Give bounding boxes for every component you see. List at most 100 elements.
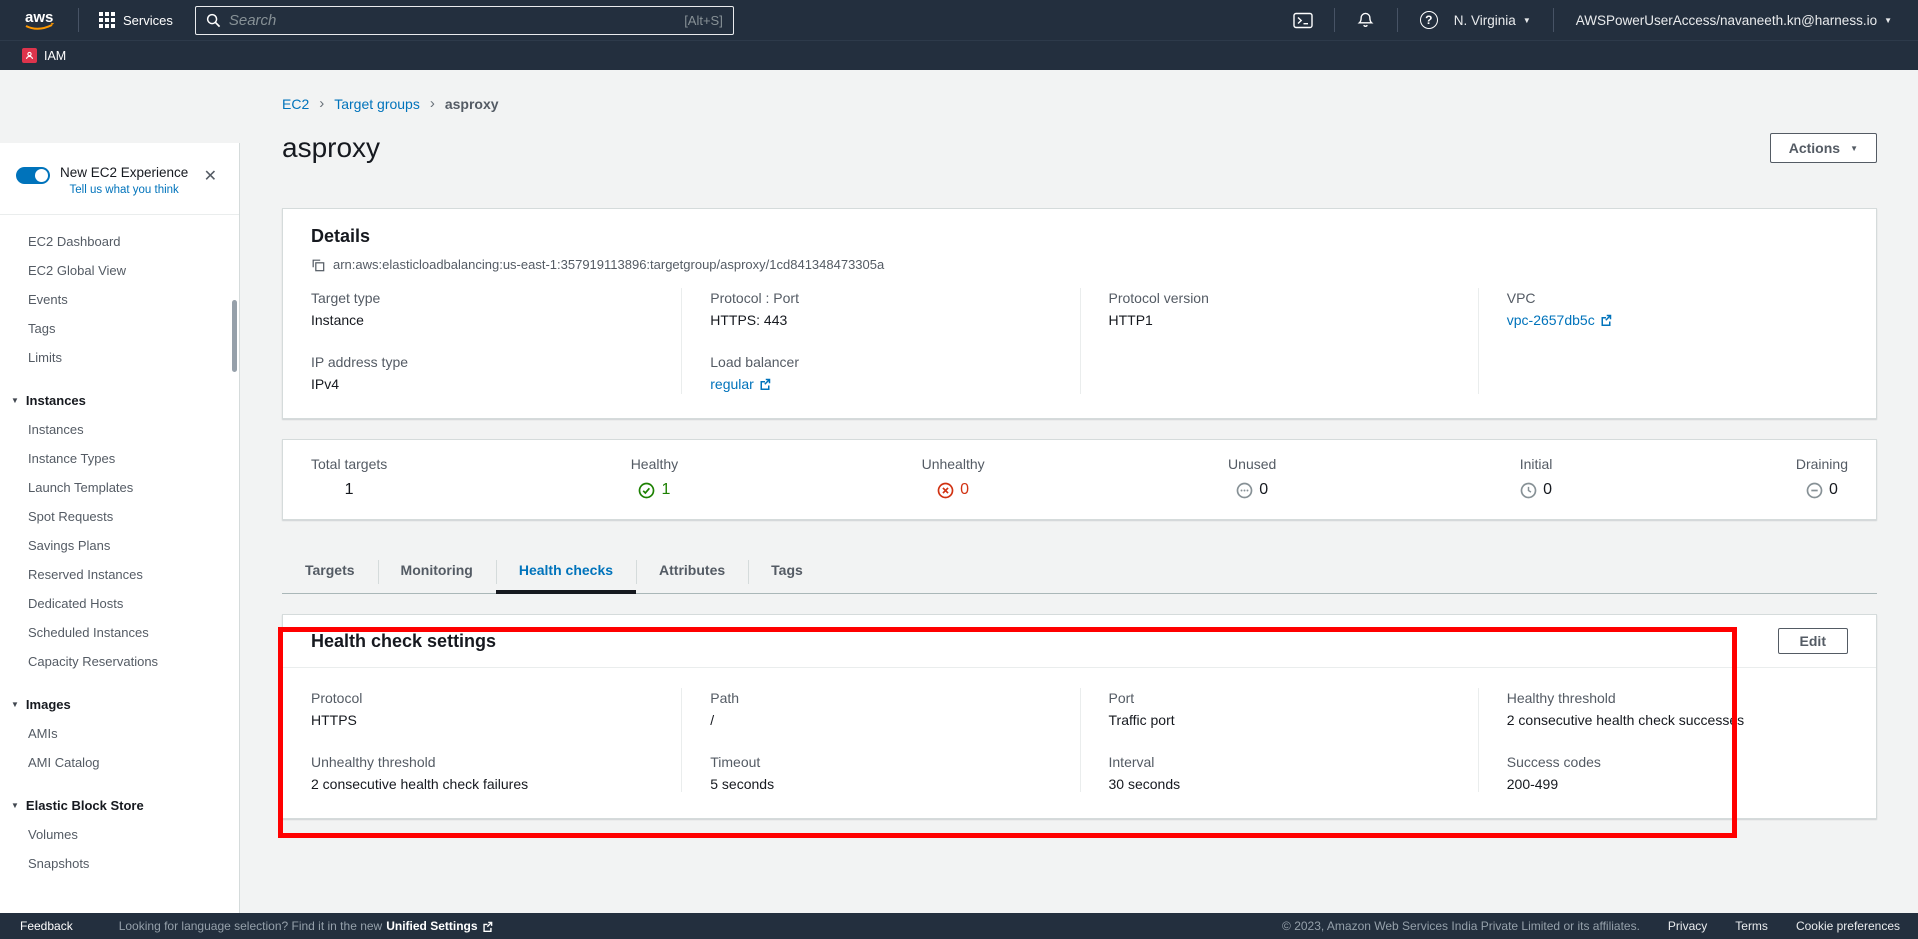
breadcrumb-ec2[interactable]: EC2 bbox=[282, 96, 309, 112]
feedback-button[interactable]: Feedback bbox=[20, 919, 73, 933]
tab-tags[interactable]: Tags bbox=[748, 550, 826, 593]
chevron-down-icon: ▼ bbox=[1523, 16, 1531, 25]
aws-logo[interactable]: aws bbox=[22, 7, 60, 33]
sidebar-item-volumes[interactable]: Volumes bbox=[0, 820, 239, 849]
success-codes-value: 200-499 bbox=[1507, 776, 1848, 792]
sidebar-divider bbox=[0, 214, 239, 215]
sidebar-item-limits[interactable]: Limits bbox=[0, 343, 239, 372]
check-circle-icon bbox=[638, 482, 655, 499]
sidebar-item-ec2-global-view[interactable]: EC2 Global View bbox=[0, 256, 239, 285]
tab-monitoring[interactable]: Monitoring bbox=[378, 550, 496, 593]
help-button[interactable]: ? bbox=[1412, 6, 1446, 34]
load-balancer-link[interactable]: regular bbox=[710, 376, 771, 392]
sidebar-item-instance-types[interactable]: Instance Types bbox=[0, 444, 239, 473]
sidebar-item-tags[interactable]: Tags bbox=[0, 314, 239, 343]
content-area: EC2 › Target groups › asproxy asproxy Ac… bbox=[240, 70, 1918, 913]
sidebar-item-snapshots[interactable]: Snapshots bbox=[0, 849, 239, 878]
health-check-settings-title: Health check settings bbox=[311, 631, 496, 652]
sidebar-item-ec2-dashboard[interactable]: EC2 Dashboard bbox=[0, 227, 239, 256]
details-card: Details arn:aws:elasticloadbalancing:us-… bbox=[282, 208, 1877, 419]
privacy-link[interactable]: Privacy bbox=[1668, 919, 1707, 933]
sidebar-section-elastic-block-store[interactable]: ▼ Elastic Block Store bbox=[0, 791, 239, 820]
tab-targets[interactable]: Targets bbox=[282, 550, 378, 593]
sidebar-item-ami-catalog[interactable]: AMI Catalog bbox=[0, 748, 239, 777]
triangle-down-icon: ▼ bbox=[11, 386, 19, 415]
sidebar-section-images[interactable]: ▼ Images bbox=[0, 690, 239, 719]
toggle-knob bbox=[35, 169, 48, 182]
actions-button[interactable]: Actions ▼ bbox=[1770, 133, 1877, 163]
breadcrumb: EC2 › Target groups › asproxy bbox=[282, 95, 1877, 112]
field-label: Port bbox=[1109, 690, 1450, 706]
recent-service-iam[interactable]: IAM bbox=[22, 48, 66, 63]
breadcrumb-separator-icon: › bbox=[319, 95, 324, 112]
health-check-grid: Protocol HTTPS Unhealthy threshold 2 con… bbox=[283, 688, 1876, 792]
field-label: Path bbox=[710, 690, 1051, 706]
triangle-down-icon: ▼ bbox=[11, 690, 19, 719]
sidebar-item-events[interactable]: Events bbox=[0, 285, 239, 314]
notifications-button[interactable] bbox=[1349, 6, 1383, 34]
nav-divider bbox=[1397, 8, 1398, 32]
cloudshell-terminal-icon bbox=[1293, 12, 1313, 29]
services-menu-button[interactable]: Services bbox=[93, 8, 179, 32]
sidebar-item-amis[interactable]: AMIs bbox=[0, 719, 239, 748]
ellipsis-circle-icon bbox=[1236, 482, 1253, 499]
target-group-arn: arn:aws:elasticloadbalancing:us-east-1:3… bbox=[333, 257, 884, 272]
vpc-link[interactable]: vpc-2657db5c bbox=[1507, 312, 1612, 328]
svg-text:aws: aws bbox=[25, 9, 53, 26]
aws-logo-icon: aws bbox=[22, 7, 60, 33]
region-selector[interactable]: N. Virginia ▼ bbox=[1446, 13, 1539, 28]
x-circle-icon bbox=[937, 482, 954, 499]
global-search[interactable]: [Alt+S] bbox=[195, 6, 734, 35]
account-label: AWSPowerUserAccess/navaneeth.kn@harness.… bbox=[1576, 13, 1877, 28]
external-link-icon bbox=[1600, 314, 1612, 326]
sidebar-item-capacity-reservations[interactable]: Capacity Reservations bbox=[0, 647, 239, 676]
details-grid: Target type Instance IP address type IPv… bbox=[283, 288, 1876, 394]
health-path-value: / bbox=[710, 712, 1051, 728]
footer-bar: Feedback Looking for language selection?… bbox=[0, 913, 1918, 939]
account-menu[interactable]: AWSPowerUserAccess/navaneeth.kn@harness.… bbox=[1568, 13, 1900, 28]
sidebar-item-instances[interactable]: Instances bbox=[0, 415, 239, 444]
nav-divider bbox=[1334, 8, 1335, 32]
search-icon bbox=[206, 13, 221, 28]
cookie-preferences-link[interactable]: Cookie preferences bbox=[1796, 919, 1900, 933]
stat-unused: Unused 0 bbox=[1228, 456, 1276, 499]
new-experience-toggle[interactable] bbox=[16, 167, 50, 184]
tab-attributes[interactable]: Attributes bbox=[636, 550, 748, 593]
sidebar-item-launch-templates[interactable]: Launch Templates bbox=[0, 473, 239, 502]
clock-circle-icon bbox=[1520, 482, 1537, 499]
unified-settings-link[interactable]: Unified Settings bbox=[386, 919, 492, 933]
sidebar-scrollbar[interactable] bbox=[232, 300, 237, 372]
close-icon[interactable]: ✕ bbox=[204, 169, 217, 185]
field-label: Target type bbox=[311, 290, 653, 306]
breadcrumb-current: asproxy bbox=[445, 96, 499, 112]
field-label: VPC bbox=[1507, 290, 1848, 306]
bell-icon bbox=[1357, 11, 1374, 29]
search-shortcut-hint: [Alt+S] bbox=[684, 13, 723, 28]
breadcrumb-target-groups[interactable]: Target groups bbox=[334, 96, 420, 112]
feedback-link[interactable]: Tell us what you think bbox=[60, 184, 188, 196]
sidebar-item-dedicated-hosts[interactable]: Dedicated Hosts bbox=[0, 589, 239, 618]
minus-circle-icon bbox=[1806, 482, 1823, 499]
search-input[interactable] bbox=[229, 12, 676, 29]
external-link-icon bbox=[759, 378, 771, 390]
field-label: Unhealthy threshold bbox=[311, 754, 653, 770]
cloudshell-button[interactable] bbox=[1286, 6, 1320, 34]
services-label: Services bbox=[123, 13, 173, 28]
tab-bar: Targets Monitoring Health checks Attribu… bbox=[282, 550, 1877, 594]
sidebar-section-instances[interactable]: ▼ Instances bbox=[0, 386, 239, 415]
terms-link[interactable]: Terms bbox=[1735, 919, 1768, 933]
sidebar-item-scheduled-instances[interactable]: Scheduled Instances bbox=[0, 618, 239, 647]
sidebar-item-spot-requests[interactable]: Spot Requests bbox=[0, 502, 239, 531]
nav-divider bbox=[1553, 8, 1554, 32]
healthy-threshold-value: 2 consecutive health check successes bbox=[1507, 712, 1848, 728]
sidebar-item-savings-plans[interactable]: Savings Plans bbox=[0, 531, 239, 560]
copy-icon[interactable] bbox=[311, 258, 325, 272]
edit-button[interactable]: Edit bbox=[1778, 628, 1848, 654]
sidebar: New EC2 Experience Tell us what you thin… bbox=[0, 70, 240, 913]
language-selection-note: Looking for language selection? Find it … bbox=[119, 919, 493, 933]
breadcrumb-separator-icon: › bbox=[430, 95, 435, 112]
tab-health-checks[interactable]: Health checks bbox=[496, 550, 636, 593]
page-title: asproxy bbox=[282, 132, 380, 164]
field-label: Interval bbox=[1109, 754, 1450, 770]
sidebar-item-reserved-instances[interactable]: Reserved Instances bbox=[0, 560, 239, 589]
